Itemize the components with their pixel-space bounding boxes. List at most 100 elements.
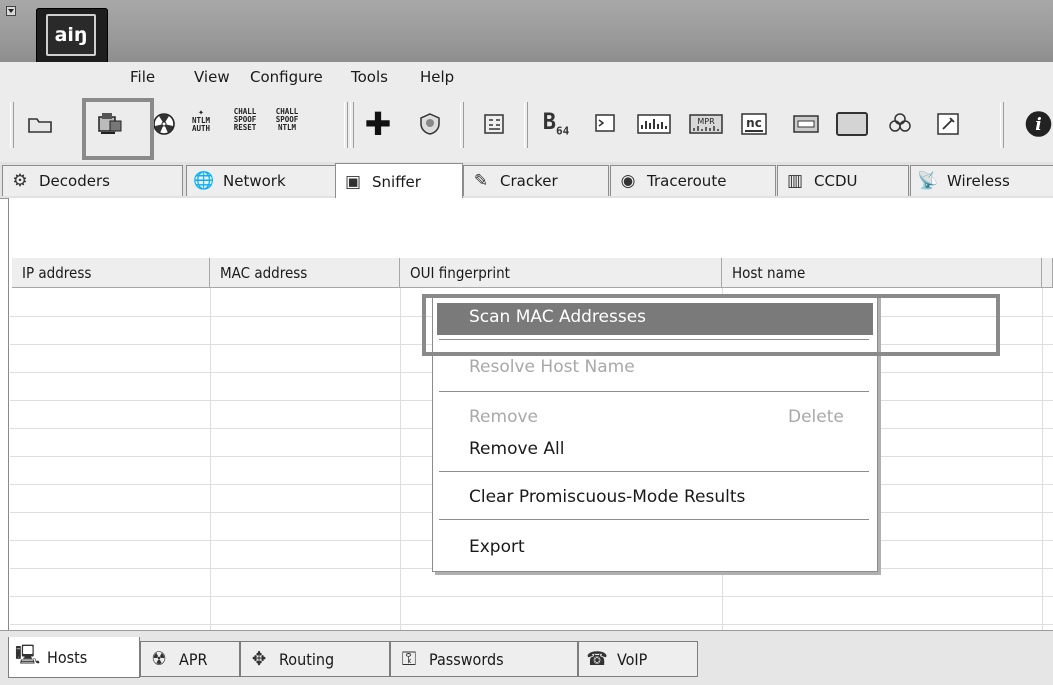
menu-item-remove-all[interactable]: Remove All bbox=[469, 439, 564, 459]
menu-view[interactable]: View bbox=[194, 68, 230, 86]
display-button[interactable] bbox=[834, 106, 870, 142]
wireless-scanner-button[interactable] bbox=[636, 106, 672, 142]
tab-hosts-label: Hosts bbox=[47, 647, 88, 667]
svg-text:nc: nc bbox=[746, 116, 762, 130]
grid-column-line bbox=[210, 288, 211, 630]
tab-network[interactable]: 🌐 Network bbox=[186, 165, 336, 196]
menu-item-export[interactable]: Export bbox=[469, 537, 525, 557]
menu-help[interactable]: Help bbox=[420, 68, 454, 86]
keyboard-button[interactable] bbox=[788, 106, 824, 142]
password-tools-button[interactable] bbox=[930, 106, 966, 142]
tab-apr[interactable]: ☢ APR bbox=[140, 641, 240, 677]
traceroute-globe-icon: ◉ bbox=[620, 171, 636, 191]
keyboard-icon bbox=[793, 115, 819, 133]
tab-ccdu[interactable]: ▥ CCDU bbox=[777, 165, 909, 196]
column-header-extra[interactable] bbox=[1042, 258, 1053, 288]
tab-hosts[interactable]: 🖳 Hosts bbox=[8, 637, 140, 678]
menu-item-resolve-host[interactable]: Resolve Host Name bbox=[469, 357, 635, 377]
app-logo: aiŋ bbox=[36, 8, 108, 64]
tab-voip[interactable]: ☎ VoIP bbox=[578, 641, 698, 677]
add-button[interactable]: ✚ bbox=[360, 105, 396, 143]
menu-separator bbox=[439, 519, 869, 521]
mpr-icon: MPR bbox=[689, 114, 723, 134]
base64-button[interactable]: B64 bbox=[538, 106, 574, 142]
remote-desktop-button[interactable] bbox=[588, 106, 624, 142]
column-header-hostname[interactable]: Host name bbox=[722, 258, 1042, 288]
grid-column-line bbox=[400, 288, 401, 630]
app-logo-text: aiŋ bbox=[46, 14, 96, 56]
toolbar-grip bbox=[1000, 102, 1004, 148]
tab-decoders-label: Decoders bbox=[39, 172, 110, 190]
computer-icon: 🖳 bbox=[15, 644, 41, 666]
tab-ccdu-label: CCDU bbox=[814, 172, 858, 190]
svg-text:i: i bbox=[1035, 115, 1041, 135]
decoder-button[interactable] bbox=[882, 106, 918, 142]
network-globe-icon: 🌐 bbox=[193, 171, 215, 191]
open-folder-button[interactable] bbox=[22, 106, 58, 142]
wireless-antenna-icon: 📡 bbox=[917, 171, 939, 191]
toolbar-grip bbox=[10, 102, 14, 148]
tab-apr-label: APR bbox=[179, 649, 208, 669]
hash-calculator-button[interactable] bbox=[476, 106, 512, 142]
apr-radiation-icon: ☢ bbox=[151, 648, 167, 670]
info-icon: i bbox=[1025, 111, 1052, 137]
scan-mac-highlight bbox=[422, 294, 1000, 356]
toolbar: ✦ NTLM AUTH CHALL SPOOF RESET CHALL SPOO… bbox=[0, 92, 1053, 163]
tab-wireless-label: Wireless bbox=[947, 172, 1010, 190]
tab-routing-label: Routing bbox=[279, 649, 335, 669]
voip-phone-icon: ☎ bbox=[586, 648, 608, 670]
chall-spoof-reset-button[interactable]: CHALL SPOOF RESET bbox=[228, 108, 262, 132]
mpr-button[interactable]: MPR bbox=[688, 106, 724, 142]
flower-icon bbox=[889, 113, 911, 132]
menu-file[interactable]: File bbox=[130, 68, 155, 86]
tab-routing[interactable]: ✥ Routing bbox=[240, 641, 390, 677]
tab-traceroute[interactable]: ◉ Traceroute bbox=[610, 165, 776, 196]
column-header-mac[interactable]: MAC address bbox=[210, 258, 400, 288]
menu-item-remove[interactable]: Remove bbox=[469, 407, 538, 427]
toolbar-grip bbox=[524, 102, 528, 148]
toolbar-grip bbox=[460, 102, 464, 148]
menu-separator bbox=[439, 391, 869, 393]
nc-icon: nc bbox=[741, 113, 767, 135]
about-button[interactable]: i bbox=[1024, 106, 1053, 142]
tab-network-label: Network bbox=[223, 172, 286, 190]
base64-icon: B64 bbox=[542, 110, 570, 138]
tab-passwords[interactable]: ⚿ Passwords bbox=[390, 641, 578, 677]
chall-spoof-ntlm-button[interactable]: CHALL SPOOF NTLM bbox=[270, 108, 304, 132]
tab-sniffer[interactable]: ▣ Sniffer bbox=[335, 163, 463, 199]
tab-cracker-label: Cracker bbox=[500, 172, 558, 190]
column-header-oui[interactable]: OUI fingerprint bbox=[400, 258, 722, 288]
svg-text:MPR: MPR bbox=[697, 117, 715, 126]
folder-icon bbox=[28, 118, 52, 133]
menu-bar: File View Configure Tools Help bbox=[0, 62, 1053, 92]
sniffer-icon: ▣ bbox=[344, 171, 362, 192]
tab-wireless[interactable]: 📡 Wireless bbox=[910, 165, 1053, 196]
spectrum-icon bbox=[637, 114, 671, 134]
tab-passwords-label: Passwords bbox=[429, 649, 504, 669]
tab-traceroute-label: Traceroute bbox=[647, 172, 727, 190]
certificate-button[interactable] bbox=[412, 106, 448, 142]
tab-cracker[interactable]: ✎ Cracker bbox=[463, 165, 609, 196]
key-pen-icon bbox=[937, 113, 959, 135]
menu-tools[interactable]: Tools bbox=[351, 68, 388, 86]
nc-button[interactable]: nc bbox=[736, 106, 772, 142]
top-tab-bar: ⚙ Decoders 🌐 Network ▣ Sniffer ✎ Cracker ◉ Tr… bbox=[0, 162, 1053, 199]
system-menu-icon[interactable] bbox=[6, 6, 16, 16]
rounded-box-icon bbox=[836, 112, 868, 136]
grid-row-line bbox=[10, 596, 1053, 597]
tab-decoders[interactable]: ⚙ Decoders bbox=[2, 165, 183, 196]
grid-column-line bbox=[1042, 288, 1043, 630]
title-bar bbox=[0, 0, 1053, 62]
terminal-icon bbox=[595, 114, 615, 132]
toolbar-grip bbox=[350, 102, 354, 148]
grid-row-line bbox=[10, 624, 1053, 625]
plus-icon: ✚ bbox=[364, 105, 392, 143]
ntlm-auth-button[interactable]: ✦ NTLM AUTH bbox=[186, 108, 216, 133]
menu-item-clear-promiscuous[interactable]: Clear Promiscuous-Mode Results bbox=[469, 487, 745, 507]
menu-configure[interactable]: Configure bbox=[250, 68, 323, 86]
cracker-pen-icon: ✎ bbox=[473, 171, 489, 191]
tab-voip-label: VoIP bbox=[617, 649, 648, 669]
routing-arrows-icon: ✥ bbox=[251, 648, 267, 670]
ntlm-auth-label: NTLM AUTH bbox=[191, 116, 211, 133]
column-header-ip[interactable]: IP address bbox=[12, 258, 210, 288]
